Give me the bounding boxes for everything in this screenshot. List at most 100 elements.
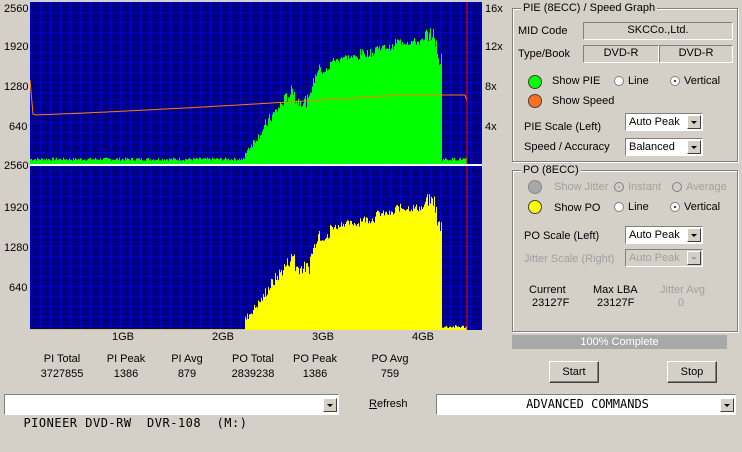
pie-bar	[345, 55, 346, 164]
po-bar	[98, 329, 99, 330]
po-bar	[446, 325, 447, 330]
po-bar	[114, 329, 115, 330]
po-bar	[368, 223, 369, 330]
po-bar	[235, 329, 236, 330]
po-bar	[384, 215, 385, 330]
pie-color-swatch[interactable]	[528, 75, 542, 89]
po-bar	[357, 224, 358, 330]
po-bar	[70, 329, 71, 330]
pie-bar	[68, 160, 69, 164]
drive-select[interactable]: PIONEER DVD-RW DVR-108 (M:)	[4, 394, 339, 430]
po-bar	[183, 329, 184, 330]
po-bar	[411, 209, 412, 330]
po-bar	[165, 329, 166, 330]
po-bar	[67, 329, 68, 330]
pie-bar	[280, 102, 281, 164]
jitter-scale-value: Auto Peak	[629, 252, 680, 264]
po-bar	[85, 329, 86, 330]
chevron-down-icon[interactable]	[687, 115, 701, 129]
po-bar	[388, 214, 389, 330]
pie-bar	[359, 58, 360, 165]
show-speed-label[interactable]: Show Speed	[552, 95, 614, 107]
pie-bar	[256, 140, 257, 164]
pie-bar	[61, 159, 62, 164]
po-bar	[184, 329, 185, 330]
show-pie-label[interactable]: Show PIE	[552, 75, 600, 87]
po-bar	[316, 243, 317, 330]
po-bar	[361, 221, 362, 330]
commands-select[interactable]: ADVANCED COMMANDS	[436, 394, 736, 415]
pie-bar	[211, 160, 212, 164]
pie-scale-select[interactable]: Auto Peak	[625, 113, 703, 131]
po-bar	[332, 226, 333, 330]
po-bar	[49, 329, 50, 330]
pie-vertical-radio[interactable]	[670, 76, 680, 86]
po-color-swatch[interactable]	[528, 200, 542, 214]
po-bar	[50, 329, 51, 330]
chevron-down-icon[interactable]	[687, 140, 701, 154]
po-bar	[415, 206, 416, 330]
stat-label: PI Total	[43, 353, 81, 365]
pie-bar	[157, 159, 158, 164]
po-bar	[179, 329, 180, 330]
po-bar	[350, 220, 351, 330]
speed-color-swatch[interactable]	[528, 94, 542, 108]
pie-bar	[373, 56, 374, 164]
pie-bar	[67, 159, 68, 164]
po-bar	[355, 224, 356, 330]
speed-accuracy-select[interactable]: Balanced	[625, 138, 703, 156]
pie-bar	[135, 160, 136, 164]
start-button[interactable]: Start	[549, 361, 599, 383]
po-vertical-radio[interactable]	[670, 202, 680, 212]
po-bar	[43, 329, 44, 330]
po-bar	[379, 212, 380, 330]
chevron-down-icon[interactable]	[720, 398, 734, 412]
chevron-down-icon[interactable]	[687, 228, 701, 242]
pie-bar	[404, 43, 405, 165]
po-bar	[208, 329, 209, 330]
po-line-radio[interactable]	[614, 202, 624, 212]
po-bar	[190, 329, 191, 330]
mid-code-label: MID Code	[518, 25, 568, 37]
stop-button[interactable]: Stop	[667, 361, 717, 383]
pie-bar	[265, 119, 266, 164]
pie-bar	[148, 158, 149, 164]
po-scale-select[interactable]: Auto Peak	[625, 226, 703, 244]
po-bar	[293, 256, 294, 330]
pie-bar	[224, 159, 225, 164]
po-bar	[107, 329, 108, 330]
pie-bar	[433, 28, 434, 164]
pie-bar	[77, 159, 78, 164]
po-bar	[442, 327, 443, 330]
pie-bar	[44, 159, 45, 164]
po-bar	[301, 266, 302, 330]
pie-bar	[380, 50, 381, 164]
pie-scale-value: Auto Peak	[629, 116, 680, 128]
pie-bar	[225, 157, 226, 164]
show-po-label[interactable]: Show PO	[554, 202, 600, 214]
pie-bar	[417, 41, 418, 164]
pie-bar	[115, 159, 116, 164]
po-bar	[395, 207, 396, 330]
po-bar	[268, 287, 269, 330]
po-bar	[212, 329, 213, 330]
chevron-down-icon[interactable]	[323, 398, 337, 412]
po-bar	[250, 313, 251, 330]
pie-bar	[253, 140, 254, 164]
po-bar	[204, 329, 205, 330]
pie-bar	[62, 160, 63, 164]
pie-bar	[226, 158, 227, 164]
pie-bar	[212, 157, 213, 164]
pie-bar	[153, 159, 154, 164]
po-bar	[452, 327, 453, 330]
pie-line-radio[interactable]	[614, 76, 624, 86]
po-bar	[290, 261, 291, 330]
refresh-link[interactable]: Refresh	[369, 398, 408, 410]
po-bar	[213, 329, 214, 330]
pie-bar	[418, 41, 419, 165]
stop-label: Stop	[680, 366, 704, 378]
pie-bar	[289, 97, 290, 164]
pie-bar	[207, 157, 208, 164]
po-bar	[160, 329, 161, 330]
po-y-tick: 1280	[4, 242, 29, 254]
